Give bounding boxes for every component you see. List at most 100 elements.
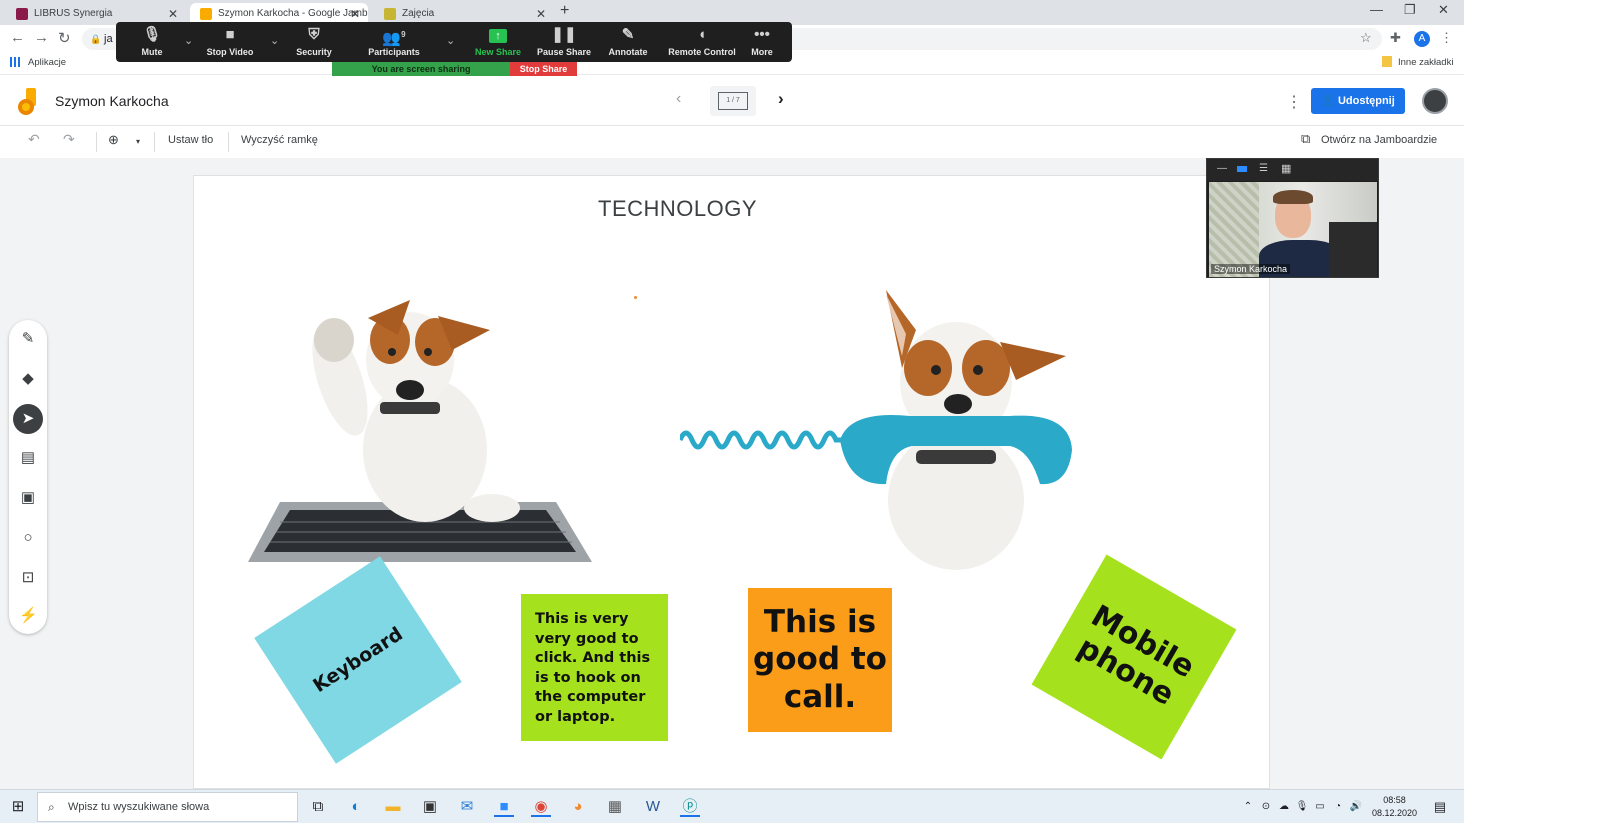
url-text: ja (104, 33, 113, 45)
profile-avatar[interactable]: A (1414, 31, 1430, 47)
stop-video-button[interactable]: ■ Stop Video (198, 25, 262, 57)
chrome-icon[interactable]: ◉ (531, 797, 551, 817)
extensions-icon[interactable]: ✚ (1390, 30, 1401, 46)
participants-button[interactable]: 👥9 Participants (362, 25, 426, 57)
select-icon[interactable]: ➤ (13, 404, 43, 434)
store-icon[interactable]: ▣ (420, 797, 440, 817)
board-title[interactable]: TECHNOLOGY (598, 196, 757, 222)
restore-icon[interactable]: ❐ (1404, 2, 1416, 18)
set-background-button[interactable]: Ustaw tło (168, 134, 213, 146)
pause-share-button[interactable]: ❚❚ Pause Share (532, 25, 596, 57)
share-button[interactable]: 👤 Udostępnij (1311, 88, 1405, 114)
jamboard-logo-icon (18, 88, 36, 115)
account-avatar[interactable] (1422, 88, 1448, 114)
file-explorer-icon[interactable]: ▬ (383, 797, 403, 817)
zoom-dropdown-icon[interactable]: ▾ (136, 137, 140, 146)
screen: LIBRUS Synergia ✕ Szymon Karkocha - Goog… (0, 0, 1464, 831)
onedrive-icon[interactable]: ☁ (1274, 797, 1294, 817)
jamboard-favicon-icon (200, 8, 212, 20)
more-button[interactable]: ••• More (734, 25, 790, 57)
new-tab-icon[interactable]: + (560, 2, 569, 20)
edge-icon[interactable]: ◐ (346, 797, 366, 817)
sticky-note-click[interactable]: This is very very good to click. And thi… (521, 594, 668, 741)
more-options-icon[interactable]: ⋮ (1286, 92, 1302, 112)
wifi-icon[interactable]: ◔ (1328, 797, 1348, 817)
zoom-app-icon[interactable]: ■ (494, 797, 514, 817)
forward-icon[interactable]: → (34, 29, 49, 46)
participants-chevron-icon[interactable]: ⌄ (446, 34, 455, 47)
tray-icon[interactable]: ⊙ (1256, 797, 1276, 817)
show-hidden-icons-icon[interactable]: ⌃ (1238, 797, 1258, 817)
previous-frame-icon[interactable]: ‹ (676, 90, 681, 108)
sticky-note-icon[interactable]: ▤ (19, 449, 37, 467)
audio-options-chevron-icon[interactable]: ⌄ (184, 34, 193, 47)
clear-frame-button[interactable]: Wyczyść ramkę (241, 134, 318, 146)
librus-favicon-icon (16, 8, 28, 20)
frame-bar-toggle[interactable]: 1 / 7 (710, 86, 756, 116)
volume-icon[interactable]: 🔊 (1346, 797, 1366, 817)
redo-icon[interactable]: ↷ (63, 131, 75, 148)
video-panel-header: — ☰ ▦ (1207, 159, 1378, 181)
microphone-tray-icon[interactable]: 🎙 (1292, 797, 1312, 817)
dog-with-phone-image[interactable] (680, 290, 1090, 570)
laser-icon[interactable]: ⚡ (19, 607, 38, 625)
pinned-app-icon[interactable]: ⓟ (680, 797, 700, 817)
mute-label: Mute (141, 47, 163, 57)
image-icon[interactable]: ▣ (19, 489, 37, 507)
new-share-button[interactable]: ↑ New Share (466, 25, 530, 57)
other-bookmarks-link[interactable]: Inne zakładki (1398, 57, 1453, 68)
text-box-icon[interactable]: ⊡ (19, 569, 37, 587)
back-icon[interactable]: ← (10, 29, 25, 46)
divider (228, 132, 229, 152)
strip-view-icon[interactable]: ☰ (1259, 163, 1268, 174)
divider (96, 132, 97, 152)
close-window-icon[interactable]: ✕ (1438, 2, 1449, 18)
sticky-note-call[interactable]: This is good to call. (748, 588, 892, 732)
stop-share-button[interactable]: Stop Share (510, 62, 577, 77)
video-camera-icon: ■ (225, 26, 235, 43)
notifications-icon[interactable]: ▤ (1430, 797, 1450, 817)
circle-icon[interactable]: ○ (19, 529, 37, 547)
battery-icon[interactable]: ▭ (1310, 797, 1330, 817)
more-label: More (751, 47, 773, 57)
paint-icon[interactable]: ◕ (568, 797, 588, 817)
zoom-video-panel[interactable]: — ☰ ▦ Szymon Karkocha (1206, 158, 1379, 278)
tool-sidebar: ✎ ◆ ➤ ▤ ▣ ○ ⊡ ⚡ (9, 320, 47, 634)
mail-icon[interactable]: ✉ (457, 797, 477, 817)
apps-link[interactable]: Aplikacje (28, 57, 66, 68)
microphone-icon: 🎙 (142, 26, 162, 43)
video-options-chevron-icon[interactable]: ⌄ (270, 34, 279, 47)
zoom-meeting-toolbar: 🎙 Mute ⌄ ■ Stop Video ⌄ ⛨ Security 👥9 Pa… (116, 22, 792, 62)
minimize-icon[interactable]: — (1370, 2, 1383, 17)
task-view-icon[interactable]: ⧉ (308, 797, 328, 817)
remote-control-label: Remote Control (668, 47, 736, 57)
pause-share-label: Pause Share (536, 47, 592, 57)
eraser-icon[interactable]: ◆ (19, 370, 37, 388)
speaker-view-icon[interactable] (1237, 166, 1247, 172)
star-icon[interactable]: ☆ (1360, 30, 1372, 46)
remote-control-button[interactable]: ◖ Remote Control (662, 25, 742, 57)
pen-icon[interactable]: ✎ (19, 330, 37, 348)
gallery-view-icon[interactable]: ▦ (1281, 162, 1291, 175)
reload-icon[interactable]: ↻ (58, 29, 71, 47)
zoom-icon[interactable]: ⊕ (108, 132, 119, 148)
open-in-jamboard-button[interactable]: Otwórz na Jamboardzie (1321, 134, 1437, 146)
windows-start-icon[interactable]: ⊞ (8, 797, 28, 817)
tab-title: Zajęcia (402, 8, 435, 19)
undo-icon[interactable]: ↶ (28, 131, 40, 148)
taskbar-search-input[interactable]: ⌕ Wpisz tu wyszukiwane słowa (37, 792, 298, 822)
dog-with-keyboard-image[interactable] (240, 290, 610, 570)
menu-kebab-icon[interactable]: ⋮ (1440, 30, 1453, 46)
word-icon[interactable]: W (643, 797, 663, 817)
annotate-button[interactable]: ✎ Annotate (596, 25, 660, 57)
jamboard-title[interactable]: Szymon Karkocha (55, 93, 169, 109)
calculator-icon[interactable]: ▦ (605, 797, 625, 817)
security-button[interactable]: ⛨ Security (282, 25, 346, 57)
divider (154, 132, 155, 152)
mute-button[interactable]: 🎙 Mute (120, 25, 184, 57)
minimize-video-icon[interactable]: — (1217, 163, 1227, 174)
folder-icon (1382, 56, 1392, 67)
next-frame-icon[interactable]: › (778, 89, 784, 109)
system-clock[interactable]: 08:58 08.12.2020 (1372, 794, 1417, 820)
pause-icon: ❚❚ (551, 26, 577, 43)
